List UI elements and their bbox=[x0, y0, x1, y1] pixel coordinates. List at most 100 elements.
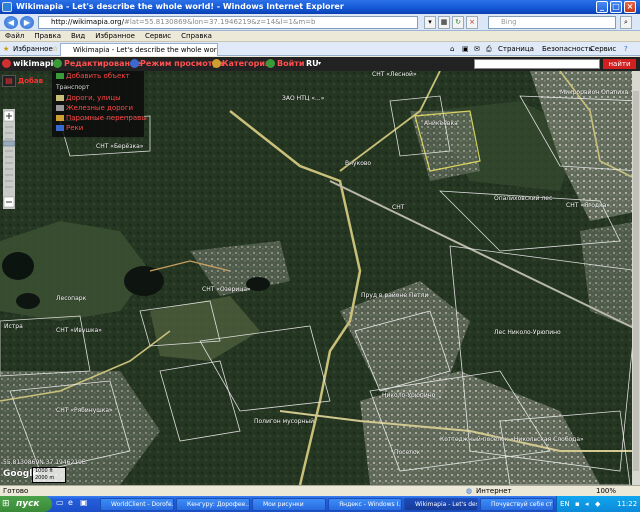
feeds-icon[interactable]: ▣ bbox=[462, 44, 469, 55]
back-button[interactable]: ◀ bbox=[4, 16, 18, 29]
address-input[interactable]: http://wikimapia.org/#lat=55.8130869&lon… bbox=[38, 16, 418, 29]
compat-view-icon[interactable]: ▦ bbox=[438, 16, 450, 29]
search-placeholder: Bing bbox=[501, 18, 517, 26]
menu-categories[interactable]: Категории bbox=[222, 57, 271, 71]
map-label[interactable]: Истра bbox=[4, 323, 23, 330]
explorer-quicklaunch-icon[interactable]: ▣ bbox=[80, 498, 90, 510]
map-label[interactable]: СНТ bbox=[392, 204, 404, 211]
map-label[interactable]: Лес Николо-Урюпино bbox=[494, 329, 561, 336]
network-icon[interactable]: ▪ bbox=[575, 496, 580, 512]
taskbar-button[interactable]: Почувствуй себя ст... bbox=[480, 498, 554, 511]
map-label[interactable]: СНТ «Озерица» bbox=[202, 286, 251, 293]
menu-favorites[interactable]: Избранное bbox=[90, 31, 140, 42]
refresh-icon[interactable]: ↻ bbox=[452, 16, 464, 29]
map-label[interactable]: СНТ «Ягодка» bbox=[566, 202, 610, 209]
section-transport: Транспорт bbox=[56, 84, 90, 91]
zoom-slider-handle[interactable] bbox=[3, 141, 15, 146]
layers-icon[interactable]: ▤ bbox=[2, 75, 16, 87]
menu-edit[interactable]: Правка bbox=[29, 31, 66, 42]
globe-icon: ◍ bbox=[466, 487, 473, 495]
dropdown-arrow-icon[interactable]: ▾ bbox=[424, 16, 436, 29]
ie-quicklaunch-icon[interactable]: e bbox=[68, 498, 78, 510]
page-menu[interactable]: Страница bbox=[498, 44, 534, 55]
tools-menu[interactable]: Сервис bbox=[590, 44, 616, 55]
taskbar-button[interactable]: Яндекс - Windows I... bbox=[328, 498, 402, 511]
wikimapia-topbar: wikimapia Редактирование Режим просмотра… bbox=[0, 57, 640, 71]
scrollbar-thumb[interactable] bbox=[633, 91, 639, 471]
menu-file[interactable]: Файл bbox=[0, 31, 29, 42]
security-icon[interactable]: ◆ bbox=[595, 496, 600, 512]
zoom-level[interactable]: 100% bbox=[596, 486, 616, 496]
menu-help[interactable]: Справка bbox=[176, 31, 217, 42]
safety-menu[interactable]: Безопасность bbox=[542, 44, 593, 55]
map-label[interactable]: Пруд в районе Петли bbox=[361, 292, 428, 299]
close-button[interactable]: × bbox=[624, 1, 636, 13]
taskbar-button[interactable]: WorldClient - Dorofe... bbox=[100, 498, 174, 511]
map-search-input[interactable] bbox=[474, 59, 600, 69]
plus-icon bbox=[56, 73, 64, 79]
map-label[interactable]: СНТ «Ивушка» bbox=[56, 327, 102, 334]
menu-tools[interactable]: Сервис bbox=[140, 31, 176, 42]
eye-icon bbox=[130, 59, 139, 68]
help-icon[interactable]: ? bbox=[624, 44, 628, 55]
language-indicator[interactable]: EN bbox=[560, 496, 570, 512]
roads-item[interactable]: Дороги, улицы bbox=[56, 93, 121, 103]
favorites-button[interactable]: Избранное bbox=[13, 44, 53, 55]
mail-icon[interactable]: ✉ bbox=[474, 44, 480, 55]
search-input[interactable]: Bing bbox=[488, 16, 616, 29]
add-side-button[interactable]: Добав bbox=[18, 75, 43, 87]
rivers-item[interactable]: Реки bbox=[56, 123, 83, 133]
forward-button[interactable]: ▶ bbox=[20, 16, 34, 29]
folder-icon bbox=[212, 59, 221, 68]
map-label[interactable]: Опалиховский лес bbox=[494, 195, 552, 202]
tab-title: Wikimapia - Let's describe the whole wor… bbox=[73, 46, 218, 54]
star-icon[interactable]: ★ bbox=[3, 44, 9, 55]
map-label[interactable]: Коттеджный посёлок «Никольская Слобода» bbox=[440, 436, 584, 443]
map-label[interactable]: Аникеевка bbox=[424, 120, 458, 127]
home-icon[interactable]: ⌂ bbox=[450, 44, 454, 55]
wikimapia-logo[interactable]: wikimapia bbox=[13, 57, 59, 71]
menu-view-mode[interactable]: Режим просмотра bbox=[140, 57, 223, 71]
show-desktop-icon[interactable]: ▭ bbox=[56, 498, 66, 510]
map-view[interactable]: ▤ Добав СНТ «Лесной» ЗАО НТЦ «...» Микро… bbox=[0, 71, 640, 485]
map-label[interactable]: СНТ «Лесной» bbox=[372, 71, 417, 78]
map-label[interactable]: Лесопарк bbox=[56, 295, 86, 302]
add-object-item[interactable]: Добавить объект bbox=[56, 71, 130, 81]
search-icon[interactable]: ⌕ bbox=[620, 16, 632, 29]
add-object-label: Добавить объект bbox=[66, 72, 130, 80]
map-label[interactable]: СНТ «Рябинушка» bbox=[56, 407, 113, 414]
map-scrollbar[interactable] bbox=[632, 71, 640, 485]
volume-icon[interactable]: ◂ bbox=[585, 496, 589, 512]
minimize-button[interactable]: _ bbox=[596, 1, 608, 13]
print-icon[interactable]: ⎙ bbox=[486, 44, 492, 55]
map-label[interactable]: Полигон мусорный bbox=[254, 418, 314, 425]
taskbar-button-active[interactable]: Wikimapia - Let's desc... bbox=[404, 498, 478, 511]
window-titlebar: Wikimapia - Let's describe the whole wor… bbox=[0, 0, 640, 14]
add-favorite-icon[interactable]: ☆ bbox=[52, 44, 58, 55]
map-label[interactable]: Внуково bbox=[345, 160, 371, 167]
ie-icon bbox=[2, 2, 12, 12]
ferries-label: Паромные переправы bbox=[66, 114, 147, 122]
stop-icon[interactable]: × bbox=[466, 16, 478, 29]
menu-login[interactable]: Войти bbox=[277, 57, 304, 71]
zoom-in-button[interactable] bbox=[4, 111, 14, 121]
map-search-button[interactable]: найти bbox=[603, 59, 636, 69]
maximize-button[interactable]: □ bbox=[610, 1, 622, 13]
map-label[interactable]: Микрорайон Опалиха bbox=[560, 89, 628, 96]
pencil-icon bbox=[53, 59, 62, 68]
taskbar-button[interactable]: Мои рисунки bbox=[252, 498, 326, 511]
tab-wikimapia[interactable]: Wikimapia - Let's describe the whole wor… bbox=[60, 43, 218, 56]
map-label[interactable]: ЗАО НТЦ «...» bbox=[282, 95, 324, 102]
menu-view[interactable]: Вид bbox=[66, 31, 90, 42]
url-rest: #lat=55.8130869&lon=37.1946219&z=14&l=1&… bbox=[123, 18, 316, 26]
user-icon bbox=[266, 59, 275, 68]
railways-item[interactable]: Железные дороги bbox=[56, 103, 133, 113]
zoom-out-button[interactable] bbox=[4, 197, 14, 207]
tab-bar: ★ Избранное ☆ Wikimapia - Let's describe… bbox=[0, 42, 640, 56]
language-select[interactable]: RU bbox=[306, 57, 319, 71]
map-label[interactable]: СНТ «Берёзка» bbox=[96, 143, 143, 150]
taskbar-button[interactable]: Кенгуру: Дорофее... bbox=[176, 498, 250, 511]
map-label[interactable]: Поселок bbox=[394, 449, 420, 456]
map-label[interactable]: Николо-Урюпино bbox=[382, 392, 435, 399]
ferries-item[interactable]: Паромные переправы bbox=[56, 113, 147, 123]
